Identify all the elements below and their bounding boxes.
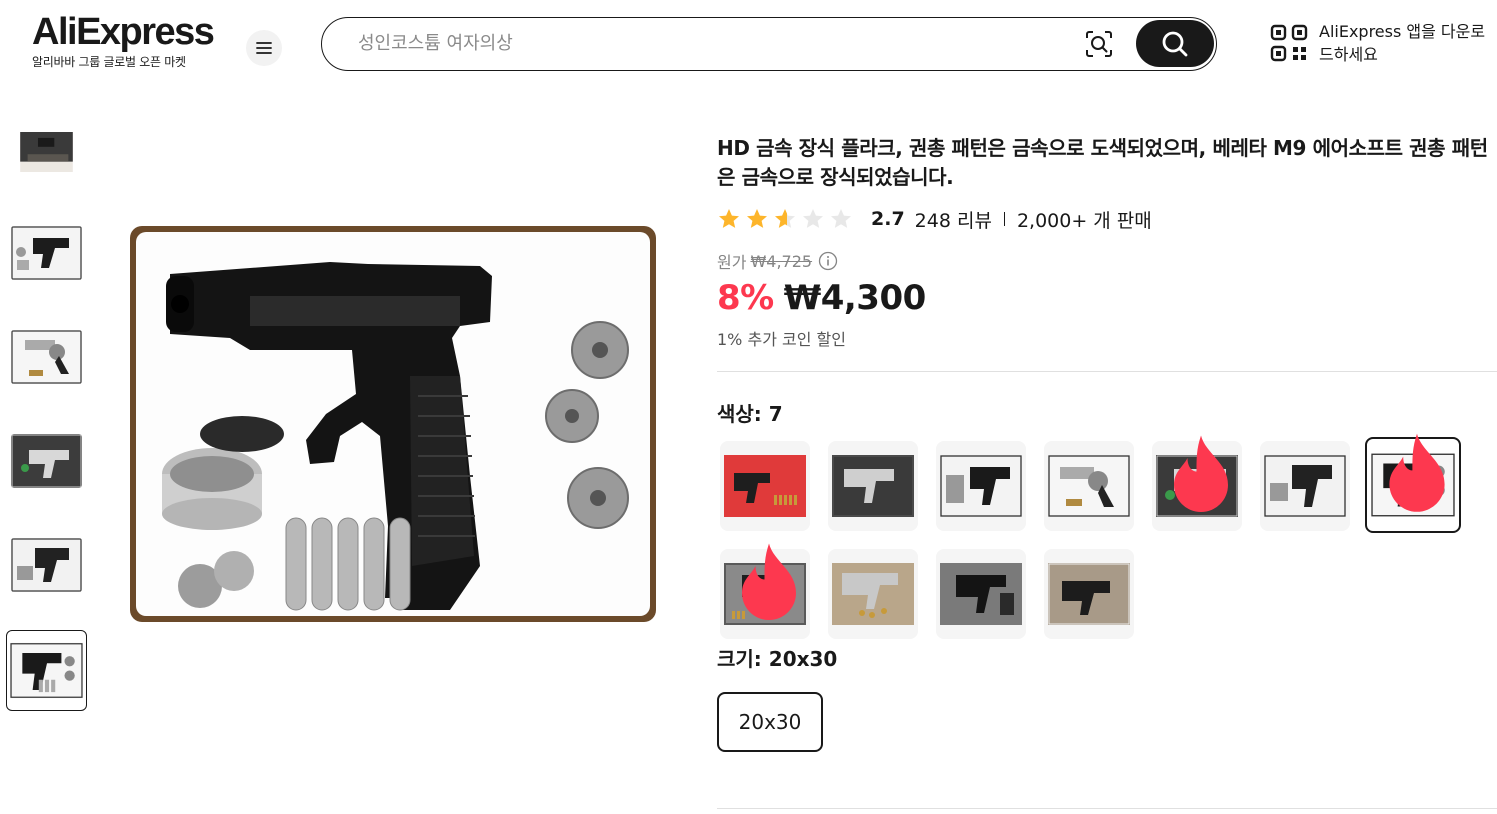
star-empty-icon (803, 209, 823, 228)
hot-fire-icon (1389, 433, 1445, 512)
rating-row: 2.7 248 리뷰 2,000+ 개 판매 (717, 206, 1497, 233)
header: AliExpress 알리바바 그룹 글로벌 오픈 마켓 AliExpress … (0, 0, 1497, 92)
info-icon[interactable] (818, 251, 838, 271)
thumbnail-gallery (0, 92, 100, 814)
star-empty-icon (831, 209, 851, 228)
menu-button[interactable] (246, 30, 282, 66)
rating-value: 2.7 (871, 208, 905, 230)
size-option-button[interactable]: 20x30 (717, 692, 823, 752)
reviews-link[interactable]: 248 리뷰 (915, 206, 992, 233)
thumbnail-image[interactable] (11, 538, 82, 592)
image-search-icon[interactable] (1084, 29, 1114, 59)
color-swatch[interactable] (828, 441, 918, 531)
star-icon (719, 209, 739, 228)
hamburger-icon (256, 42, 272, 54)
sale-price: ₩4,300 (783, 278, 927, 318)
sold-count: 2,000+ 개 판매 (1016, 209, 1152, 232)
logo-subtitle: 알리바바 그룹 글로벌 오픈 마켓 (32, 55, 186, 69)
color-swatch[interactable] (828, 549, 918, 639)
color-swatch[interactable] (720, 441, 810, 531)
main-product-image[interactable] (130, 226, 656, 622)
search-input[interactable] (358, 18, 1058, 69)
color-swatch[interactable] (1260, 441, 1350, 531)
color-option-value: 7 (768, 402, 783, 426)
search-bar (321, 17, 1217, 71)
coin-discount: 1% 추가 코인 할인 (717, 330, 846, 349)
color-swatch-selected[interactable] (1365, 433, 1461, 533)
thumbnail-image[interactable] (11, 330, 82, 384)
product-info: HD 금속 장식 플라크, 권총 패턴은 금속으로 도색되었으며, 베레타 M9… (717, 130, 1497, 752)
divider (717, 808, 1497, 809)
logo-wordmark: AliExpress (32, 11, 215, 53)
search-icon (1162, 31, 1188, 56)
app-download-text[interactable]: AliExpress 앱을 다운로드하세요 (1319, 20, 1489, 66)
price-row: 8% ₩4,300 (717, 278, 1497, 318)
color-swatch[interactable] (1152, 435, 1242, 531)
aliexpress-logo[interactable]: AliExpress 알리바바 그룹 글로벌 오픈 마켓 (32, 12, 222, 70)
color-swatch[interactable] (936, 441, 1026, 531)
hot-fire-icon (1174, 435, 1228, 512)
product-title: HD 금속 장식 플라크, 권총 패턴은 금속으로 도색되었으며, 베레타 M9… (717, 136, 1488, 189)
star-half-icon (775, 209, 795, 228)
search-button[interactable] (1136, 20, 1214, 67)
star-rating (717, 207, 853, 231)
original-price: ₩4,725 (750, 251, 813, 271)
color-swatch[interactable] (1044, 441, 1134, 531)
color-swatch[interactable] (720, 543, 810, 639)
thumbnail-image[interactable] (11, 132, 82, 172)
color-option-label: 색상: 7 (717, 402, 783, 426)
original-price-row: 원가 ₩4,725 (717, 250, 1497, 272)
color-swatch[interactable] (1044, 549, 1134, 639)
qr-code-icon[interactable] (1270, 24, 1308, 62)
divider (717, 371, 1497, 372)
hot-fire-icon (742, 543, 796, 620)
thumbnail-image[interactable] (11, 434, 82, 488)
star-icon (747, 209, 767, 228)
color-swatches (717, 433, 1497, 651)
discount-percent: 8% (717, 278, 774, 318)
thumbnail-image[interactable] (11, 226, 82, 280)
original-price-label: 원가 (717, 253, 747, 272)
color-swatch[interactable] (936, 549, 1026, 639)
thumbnail-image-active[interactable] (6, 630, 87, 711)
separator (1003, 212, 1005, 226)
